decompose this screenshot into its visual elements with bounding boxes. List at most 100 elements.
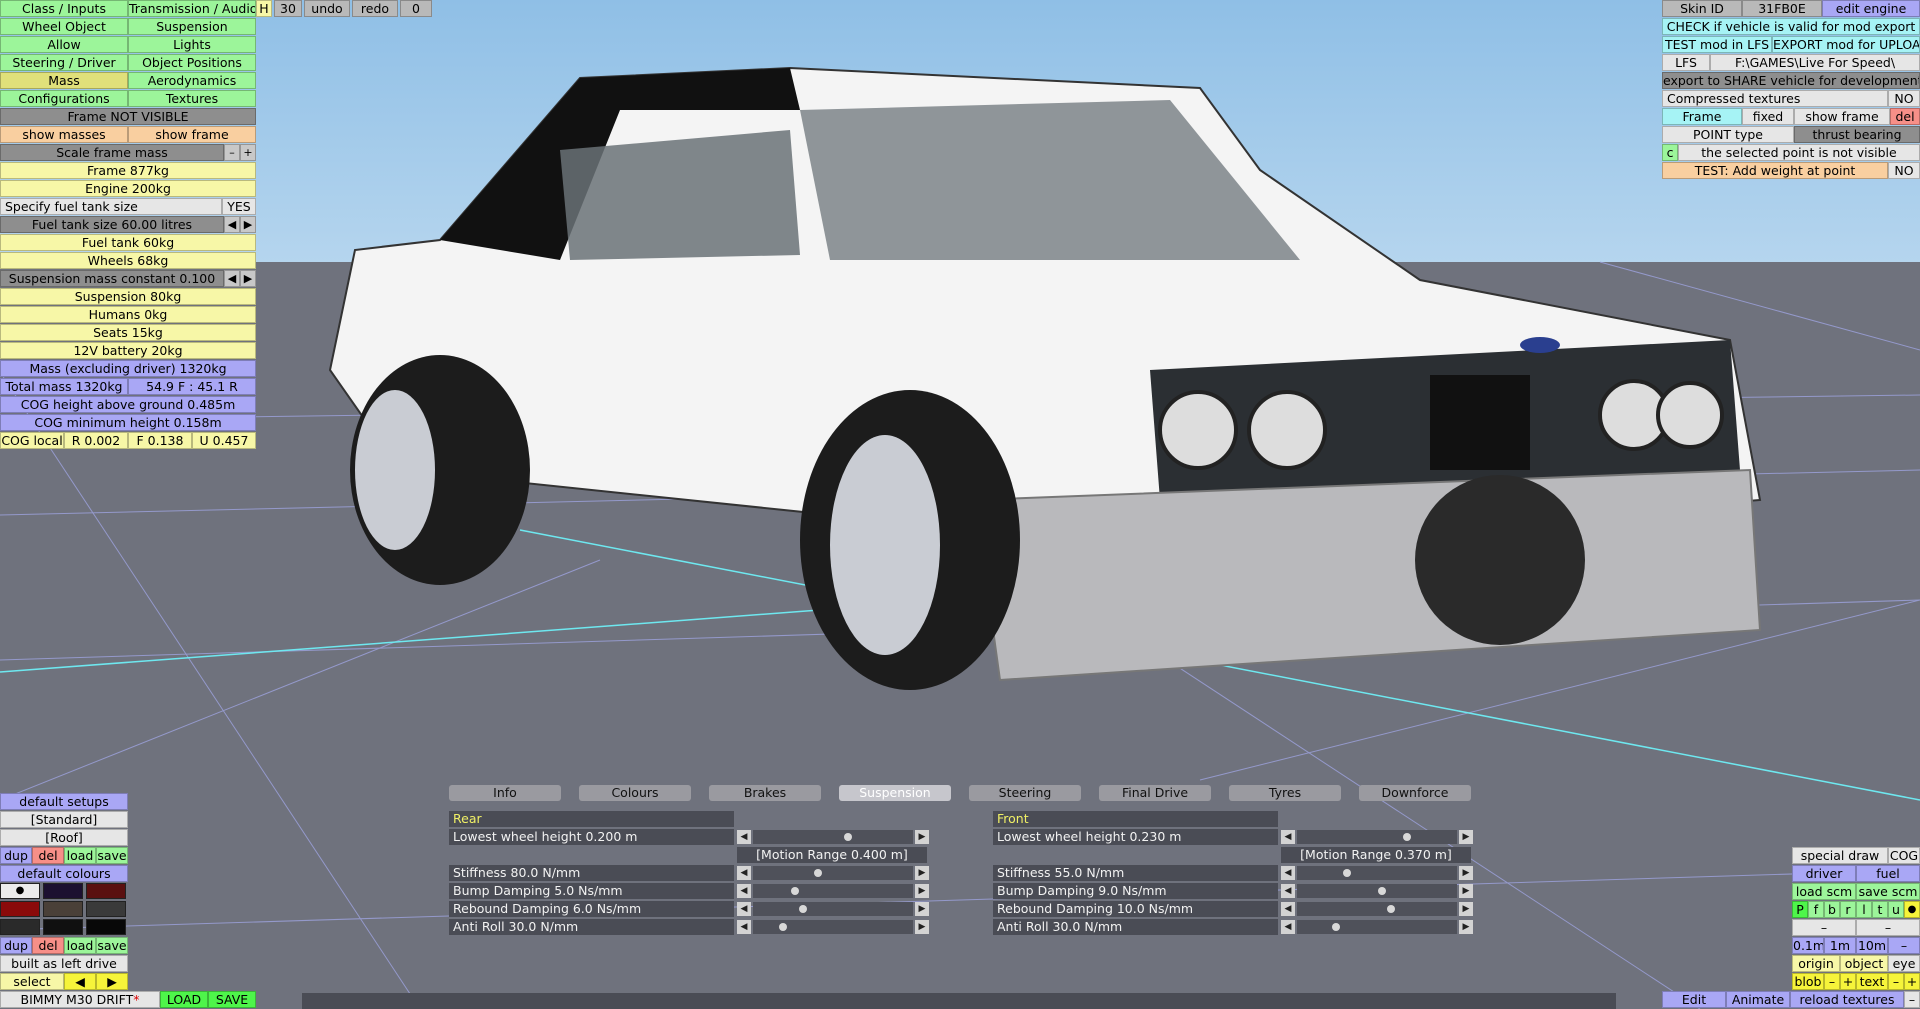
save-scm-button[interactable]: save scm <box>1856 883 1920 900</box>
car-model[interactable] <box>0 0 1920 1009</box>
setup-del-button[interactable]: del <box>32 847 64 864</box>
grid-01m-button[interactable]: 0.1m <box>1792 937 1824 954</box>
text-minus-button[interactable]: – <box>1888 973 1904 990</box>
load-scm-button[interactable]: load scm <box>1792 883 1856 900</box>
colour-save-button[interactable]: save <box>96 937 128 954</box>
rear-slider-increase[interactable]: ▶ <box>915 866 929 880</box>
minus-button-1[interactable]: – <box>1792 919 1856 936</box>
show-frame-right-button[interactable]: show frame <box>1794 108 1890 125</box>
menu-transmission-audio[interactable]: Transmission / Audio <box>128 0 256 17</box>
colour-swatch[interactable] <box>43 919 83 935</box>
redo-button[interactable]: redo <box>352 0 398 17</box>
minus-button-2[interactable]: – <box>1856 919 1920 936</box>
built-as-left-drive-toggle[interactable]: built as left drive <box>0 955 128 972</box>
export-share-button[interactable]: export to SHARE vehicle for development <box>1662 72 1920 89</box>
menu-class-inputs[interactable]: Class / Inputs <box>0 0 128 17</box>
rear-slider-decrease[interactable]: ◀ <box>737 920 751 934</box>
setup-standard[interactable]: [Standard] <box>0 811 128 828</box>
front-slider-knob[interactable] <box>1331 923 1340 931</box>
front-slider-increase[interactable]: ▶ <box>1459 902 1473 916</box>
blob-plus-button[interactable]: + <box>1840 973 1856 990</box>
edit-engine-button[interactable]: edit engine <box>1822 0 1920 17</box>
origin-button[interactable]: origin <box>1792 955 1840 972</box>
lfs-path[interactable]: F:\GAMES\Live For Speed\ <box>1710 54 1920 71</box>
h-button[interactable]: H <box>256 0 272 17</box>
rear-slider-increase[interactable]: ▶ <box>915 920 929 934</box>
setup-dup-button[interactable]: dup <box>0 847 32 864</box>
tab-steering[interactable]: Steering <box>969 785 1081 801</box>
check-valid-button[interactable]: CHECK if vehicle is valid for mod export <box>1662 18 1920 35</box>
front-slider-track[interactable] <box>1297 902 1457 916</box>
show-frame-button[interactable]: show frame <box>128 126 256 143</box>
view-p-button[interactable]: P <box>1792 901 1808 918</box>
test-weight-toggle[interactable]: NO <box>1888 162 1920 179</box>
frame-visibility-toggle[interactable]: Frame NOT VISIBLE <box>0 108 256 125</box>
front-slider-knob[interactable] <box>1403 833 1412 841</box>
front-slider-knob[interactable] <box>1377 887 1386 895</box>
compressed-textures-toggle[interactable]: NO <box>1888 90 1920 107</box>
rear-slider-track[interactable] <box>753 920 913 934</box>
cog-toggle[interactable]: COG <box>1888 847 1920 864</box>
select-next-button[interactable]: ▶ <box>96 973 128 990</box>
front-slider-decrease[interactable]: ◀ <box>1281 920 1295 934</box>
save-car-button[interactable]: SAVE <box>208 991 256 1008</box>
thirty-button[interactable]: 30 <box>274 0 302 17</box>
animate-mode-button[interactable]: Animate <box>1726 991 1790 1008</box>
test-mod-button[interactable]: TEST mod in LFS <box>1662 36 1772 53</box>
grid-10m-button[interactable]: 10m <box>1856 937 1888 954</box>
rear-slider-increase[interactable]: ▶ <box>915 830 929 844</box>
colour-del-button[interactable]: del <box>32 937 64 954</box>
view-r-button[interactable]: r <box>1840 901 1856 918</box>
menu-lights[interactable]: Lights <box>128 36 256 53</box>
view-dot-button[interactable]: ● <box>1904 901 1920 918</box>
setup-load-button[interactable]: load <box>64 847 96 864</box>
susp-const-decrease[interactable]: ◀ <box>224 270 240 287</box>
colour-swatch[interactable] <box>86 919 126 935</box>
colour-swatch[interactable] <box>0 919 40 935</box>
load-car-button[interactable]: LOAD <box>160 991 208 1008</box>
scale-minus-button[interactable]: – <box>224 144 240 161</box>
driver-toggle[interactable]: driver <box>1792 865 1856 882</box>
front-slider-knob[interactable] <box>1342 869 1351 877</box>
fixed-button[interactable]: fixed <box>1742 108 1794 125</box>
tab-suspension[interactable]: Suspension <box>839 785 951 801</box>
front-slider-track[interactable] <box>1297 866 1457 880</box>
view-t-button[interactable]: t <box>1872 901 1888 918</box>
rear-slider-decrease[interactable]: ◀ <box>737 902 751 916</box>
front-slider-decrease[interactable]: ◀ <box>1281 866 1295 880</box>
fuel-size-increase[interactable]: ▶ <box>240 216 256 233</box>
specify-fuel-toggle[interactable]: YES <box>222 198 256 215</box>
grid-1m-button[interactable]: 1m <box>1824 937 1856 954</box>
fuel-size-decrease[interactable]: ◀ <box>224 216 240 233</box>
tab-colours[interactable]: Colours <box>579 785 691 801</box>
front-slider-increase[interactable]: ▶ <box>1459 884 1473 898</box>
colour-swatch[interactable]: ● <box>0 883 40 899</box>
object-button[interactable]: object <box>1840 955 1888 972</box>
front-slider-knob[interactable] <box>1386 905 1395 913</box>
dash-button[interactable]: – <box>1904 991 1920 1008</box>
car-name-field[interactable]: BIMMY M30 DRIFT* <box>0 991 160 1008</box>
viewport-3d[interactable] <box>0 0 1920 1009</box>
skin-id-value[interactable]: 31FB0E <box>1742 0 1822 17</box>
blob-minus-button[interactable]: – <box>1824 973 1840 990</box>
front-slider-increase[interactable]: ▶ <box>1459 830 1473 844</box>
rear-slider-decrease[interactable]: ◀ <box>737 830 751 844</box>
tab-downforce[interactable]: Downforce <box>1359 785 1471 801</box>
scale-plus-button[interactable]: + <box>240 144 256 161</box>
fuel-toggle[interactable]: fuel <box>1856 865 1920 882</box>
rear-slider-increase[interactable]: ▶ <box>915 902 929 916</box>
view-u-button[interactable]: u <box>1888 901 1904 918</box>
setup-save-button[interactable]: save <box>96 847 128 864</box>
view-b-button[interactable]: b <box>1824 901 1840 918</box>
front-slider-increase[interactable]: ▶ <box>1459 866 1473 880</box>
menu-steering-driver[interactable]: Steering / Driver <box>0 54 128 71</box>
view-l-button[interactable]: l <box>1856 901 1872 918</box>
colour-dup-button[interactable]: dup <box>0 937 32 954</box>
rear-slider-knob[interactable] <box>778 923 787 931</box>
setup-roof[interactable]: [Roof] <box>0 829 128 846</box>
text-plus-button[interactable]: + <box>1904 973 1920 990</box>
undo-button[interactable]: undo <box>304 0 350 17</box>
tab-brakes[interactable]: Brakes <box>709 785 821 801</box>
menu-aerodynamics[interactable]: Aerodynamics <box>128 72 256 89</box>
rear-slider-knob[interactable] <box>791 887 799 895</box>
